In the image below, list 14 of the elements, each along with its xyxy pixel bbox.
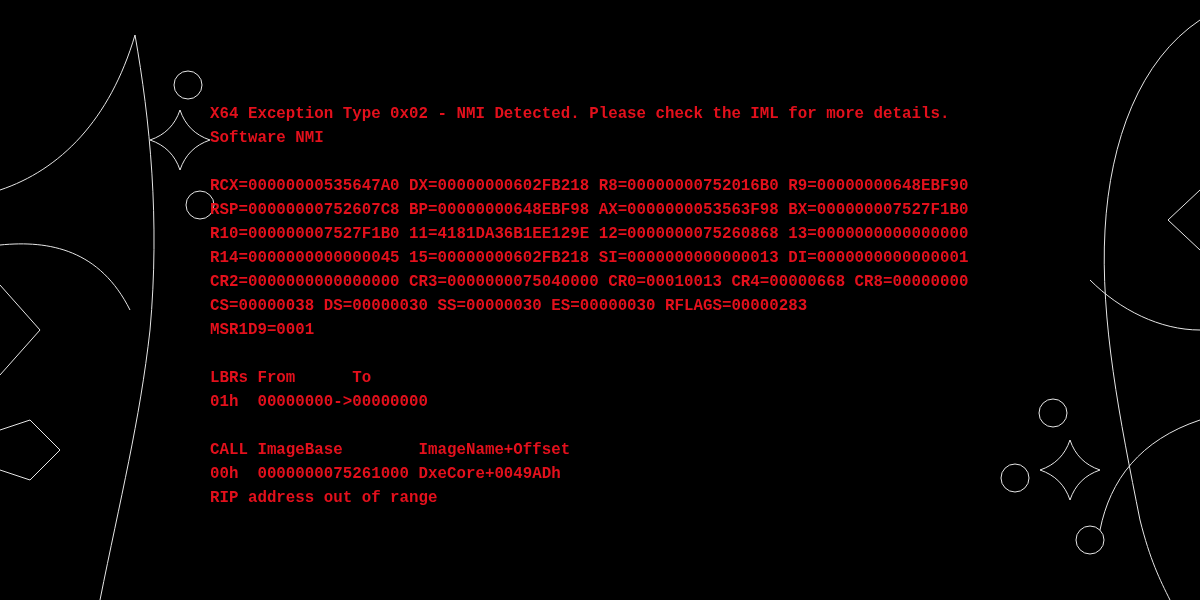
error-text-line: R14=0000000000000045 15=00000000602FB218 SI=0000000000000013 DI=0000000000000001 bbox=[210, 248, 970, 269]
error-text-line: X64 Exception Type 0x02 - NMI Detected. Please check the IML for more details. bbox=[210, 104, 951, 125]
error-text-line: 01h 00000000->00000000 bbox=[210, 392, 430, 413]
error-text-line: CS=00000038 DS=00000030 SS=00000030 ES=00000030 RFLAGS=00000283 bbox=[210, 296, 809, 317]
error-text-line: RCX=00000000535647A0 DX=00000000602FB218 R8=00000000752016B0 R9=00000000648EBF90 bbox=[210, 176, 970, 197]
error-text-line: Software NMI bbox=[210, 128, 325, 149]
error-text-line: LBRs From To bbox=[210, 368, 373, 389]
error-text-line: 00h 0000000075261000 DxeCore+0049ADh bbox=[210, 464, 562, 485]
error-text-line: RIP address out of range bbox=[210, 488, 439, 509]
error-text-line: CR2=0000000000000000 CR3=0000000075040000 CR0=00010013 CR4=00000668 CR8=00000000 bbox=[210, 272, 970, 293]
error-text-line: RSP=00000000752607C8 BP=00000000648EBF98 AX=0000000053563F98 BX=000000007527F1B0 bbox=[210, 200, 970, 221]
error-text-line: MSR1D9=0001 bbox=[210, 320, 316, 341]
error-text-line: CALL ImageBase ImageName+Offset bbox=[210, 440, 572, 461]
error-text-line: R10=000000007527F1B0 11=4181DA36B1EE129E 12=0000000075260868 13=0000000000000000 bbox=[210, 224, 970, 245]
